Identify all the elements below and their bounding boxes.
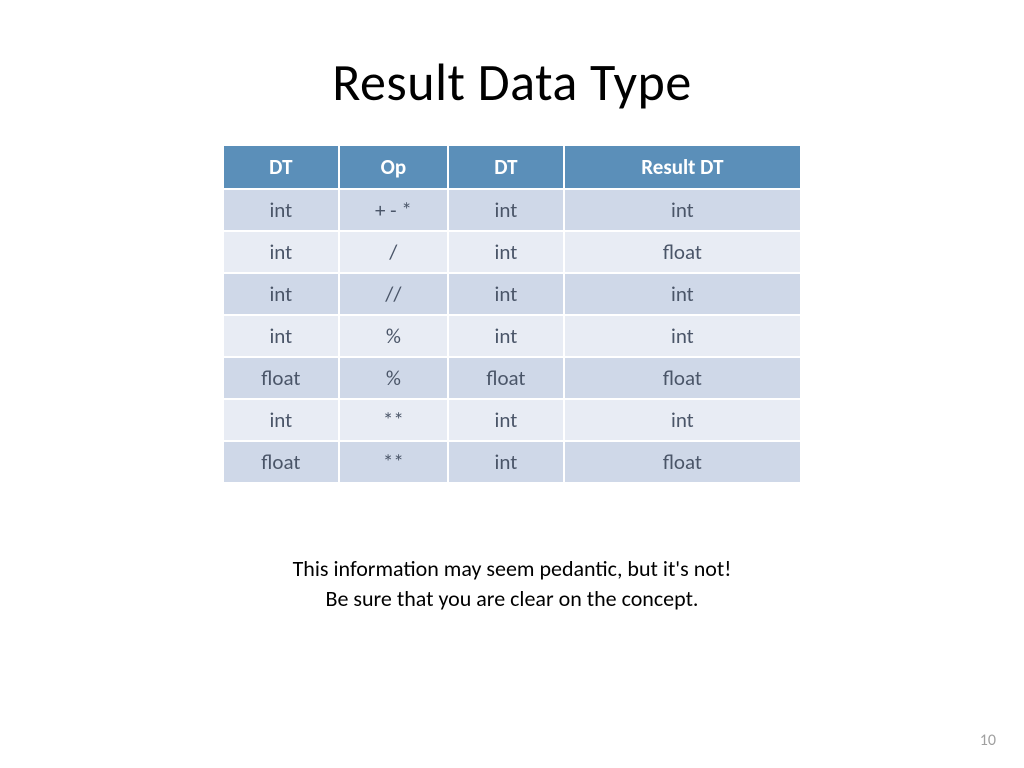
datatype-table: DT Op DT Result DT int + - * int int int… [222, 144, 802, 484]
cell-result: int [564, 399, 801, 441]
cell-dt1: int [223, 399, 339, 441]
cell-dt2: int [448, 189, 564, 231]
table-row: int / int float [223, 231, 801, 273]
table-header-row: DT Op DT Result DT [223, 145, 801, 189]
cell-dt2: int [448, 315, 564, 357]
note-line1: This information may seem pedantic, but … [293, 554, 732, 584]
cell-dt2: int [448, 441, 564, 483]
cell-dt2: int [448, 273, 564, 315]
table-row: int // int int [223, 273, 801, 315]
cell-op: % [339, 315, 448, 357]
cell-result: float [564, 231, 801, 273]
cell-dt1: float [223, 441, 339, 483]
header-result: Result DT [564, 145, 801, 189]
cell-result: float [564, 441, 801, 483]
header-op: Op [339, 145, 448, 189]
cell-dt2: int [448, 399, 564, 441]
cell-dt1: int [223, 231, 339, 273]
cell-result: int [564, 189, 801, 231]
table-row: float % float float [223, 357, 801, 399]
table-row: int ** int int [223, 399, 801, 441]
cell-op: / [339, 231, 448, 273]
cell-op: ** [339, 441, 448, 483]
cell-result: float [564, 357, 801, 399]
note-text: This information may seem pedantic, but … [293, 554, 732, 613]
cell-op: + - * [339, 189, 448, 231]
slide: Result Data Type DT Op DT Result DT int … [0, 0, 1024, 768]
cell-result: int [564, 315, 801, 357]
table-row: float ** int float [223, 441, 801, 483]
note-line2: Be sure that you are clear on the concep… [293, 584, 732, 614]
cell-dt2: float [448, 357, 564, 399]
cell-dt1: int [223, 273, 339, 315]
cell-result: int [564, 273, 801, 315]
cell-dt1: int [223, 315, 339, 357]
page-number: 10 [980, 731, 996, 750]
header-dt2: DT [448, 145, 564, 189]
slide-title: Result Data Type [332, 50, 692, 114]
table-row: int % int int [223, 315, 801, 357]
header-dt1: DT [223, 145, 339, 189]
cell-dt1: float [223, 357, 339, 399]
table-row: int + - * int int [223, 189, 801, 231]
cell-op: // [339, 273, 448, 315]
cell-op: ** [339, 399, 448, 441]
cell-dt2: int [448, 231, 564, 273]
cell-dt1: int [223, 189, 339, 231]
cell-op: % [339, 357, 448, 399]
